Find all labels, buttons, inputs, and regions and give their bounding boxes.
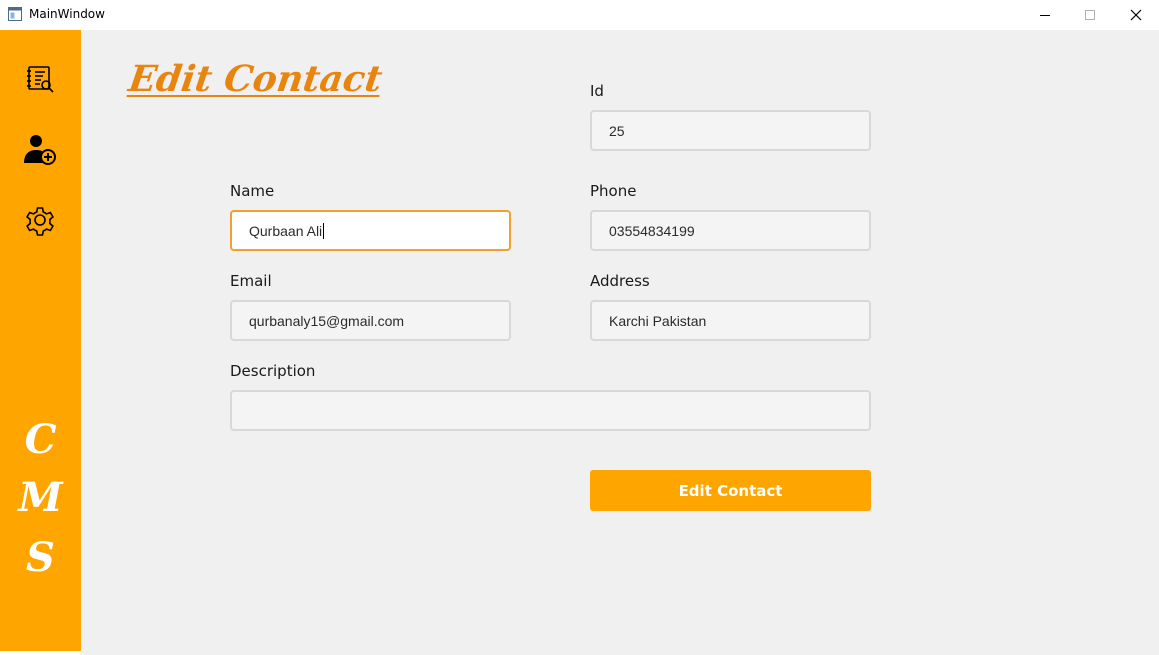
brand-letter-m: M xyxy=(18,474,63,521)
edit-contact-button[interactable]: Edit Contact xyxy=(590,470,871,511)
add-contact-nav-button[interactable] xyxy=(22,132,58,168)
phone-label: Phone xyxy=(590,182,637,200)
app-window-icon xyxy=(8,7,22,21)
id-label: Id xyxy=(590,82,604,100)
id-value: 25 xyxy=(609,122,625,139)
brand-letter-c: C xyxy=(24,416,57,463)
description-field[interactable] xyxy=(230,390,871,431)
address-field[interactable]: Karchi Pakistan xyxy=(590,300,871,341)
phone-value: 03554834199 xyxy=(609,222,695,239)
close-icon xyxy=(1130,9,1142,21)
sidebar: C M S xyxy=(0,30,81,651)
minimize-icon xyxy=(1039,14,1050,16)
phone-field[interactable]: 03554834199 xyxy=(590,210,871,251)
address-label: Address xyxy=(590,272,650,290)
id-field[interactable]: 25 xyxy=(590,110,871,151)
window-title: MainWindow xyxy=(29,7,105,21)
settings-nav-button[interactable] xyxy=(22,202,58,238)
gear-icon xyxy=(26,207,54,236)
title-bar: MainWindow xyxy=(0,0,1159,30)
text-caret xyxy=(323,222,325,239)
address-value: Karchi Pakistan xyxy=(609,312,707,329)
close-button[interactable] xyxy=(1113,0,1159,30)
minimize-button[interactable] xyxy=(1022,0,1068,30)
email-field[interactable]: qurbanaly15@gmail.com xyxy=(230,300,511,341)
maximize-button[interactable] xyxy=(1067,0,1113,30)
name-label: Name xyxy=(230,182,275,200)
brand-letter-s: S xyxy=(26,534,55,581)
maximize-icon xyxy=(1084,9,1095,20)
name-field[interactable]: Qurbaan Ali xyxy=(230,210,511,251)
description-label: Description xyxy=(230,362,316,380)
main-panel: Edit Contact Id 25 Name Qurbaan Ali Phon… xyxy=(81,30,1159,655)
contacts-book-icon xyxy=(27,66,54,93)
email-value: qurbanaly15@gmail.com xyxy=(249,312,405,329)
page-title: Edit Contact xyxy=(126,58,385,100)
email-label: Email xyxy=(230,272,272,290)
add-user-icon xyxy=(24,135,56,165)
name-value: Qurbaan Ali xyxy=(249,222,323,239)
contacts-nav-button[interactable] xyxy=(22,61,58,97)
